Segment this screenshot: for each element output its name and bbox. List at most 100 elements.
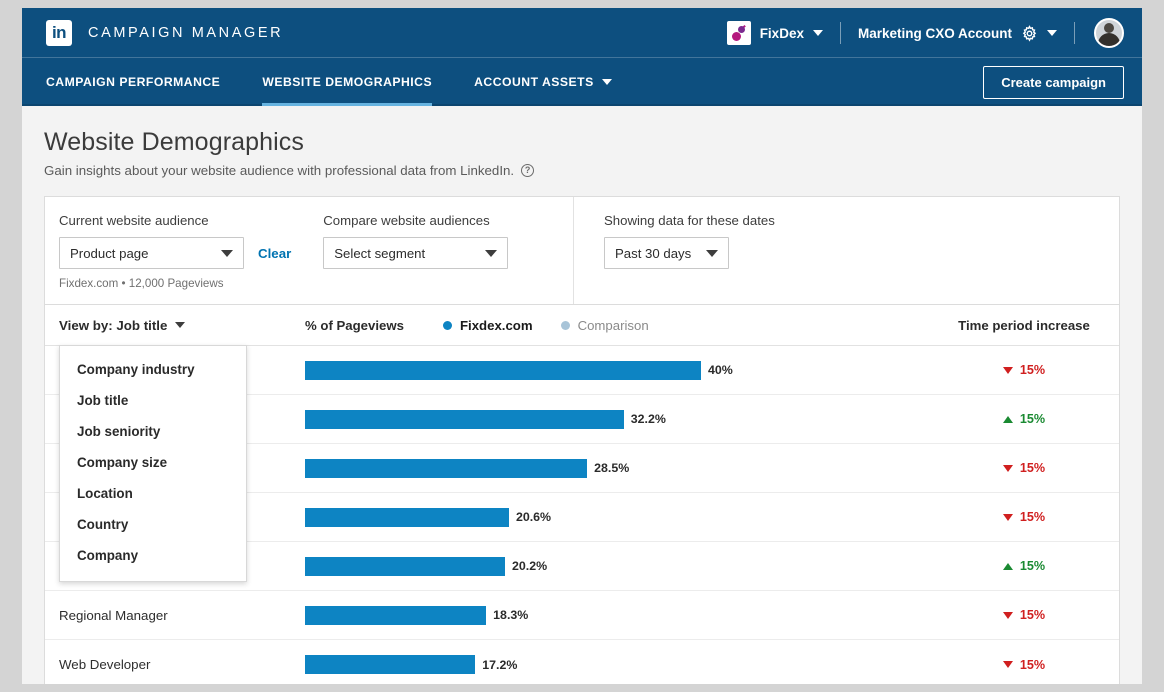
company-chevron-down-icon[interactable] xyxy=(813,30,823,36)
row-bar xyxy=(305,606,486,625)
current-audience-group: Current website audience Product page Cl… xyxy=(59,213,291,290)
linkedin-logo-icon[interactable]: in xyxy=(46,20,72,46)
create-campaign-button[interactable]: Create campaign xyxy=(983,66,1124,99)
trend-down-icon xyxy=(1003,367,1013,374)
row-bar-cell: 40% xyxy=(305,361,929,380)
row-bar xyxy=(305,655,475,674)
trend-up-icon xyxy=(1003,416,1013,423)
row-trend-indicator: 15% xyxy=(929,658,1119,672)
legend-dot-primary-icon xyxy=(443,321,452,330)
row-bar-cell: 20.6% xyxy=(305,508,929,527)
gear-icon[interactable] xyxy=(1021,25,1038,42)
row-trend-indicator: 15% xyxy=(929,461,1119,475)
legend-label-comparison: Comparison xyxy=(578,318,649,333)
account-name-label[interactable]: Marketing CXO Account xyxy=(858,26,1012,41)
top-header-right: FixDex Marketing CXO Account xyxy=(727,8,1124,58)
view-by-option-job-title[interactable]: Job title xyxy=(60,385,246,416)
row-bar-value: 28.5% xyxy=(594,461,629,475)
account-chevron-down-icon[interactable] xyxy=(1047,30,1057,36)
current-audience-controls: Product page Clear xyxy=(59,237,291,269)
page-content: Website Demographics Gain insights about… xyxy=(22,106,1142,684)
date-range-value: Past 30 days xyxy=(615,246,691,261)
trend-down-icon xyxy=(1003,612,1013,619)
row-trend-value: 15% xyxy=(1020,412,1045,426)
current-audience-value: Product page xyxy=(70,246,148,261)
view-by-dropdown-button[interactable]: View by: Job title xyxy=(59,318,305,333)
trend-down-icon xyxy=(1003,465,1013,472)
row-trend-indicator: 15% xyxy=(929,559,1119,573)
compare-audience-group: Compare website audiences Select segment xyxy=(323,213,508,290)
legend-item-fixdex[interactable]: Fixdex.com xyxy=(443,318,533,333)
tab-account-assets[interactable]: ACCOUNT ASSETS xyxy=(474,58,612,106)
row-trend-value: 15% xyxy=(1020,510,1045,524)
row-trend-value: 15% xyxy=(1020,461,1045,475)
compare-audience-chevron-down-icon xyxy=(485,250,497,257)
view-by-chevron-down-icon xyxy=(175,322,185,328)
time-period-column-header: Time period increase xyxy=(929,318,1119,333)
avatar[interactable] xyxy=(1094,18,1124,48)
tab-website-demographics[interactable]: WEBSITE DEMOGRAPHICS xyxy=(262,58,432,106)
view-by-option-job-seniority[interactable]: Job seniority xyxy=(60,416,246,447)
fixdex-brand-icon xyxy=(727,21,751,45)
view-by-dropdown-menu[interactable]: Company industry Job title Job seniority… xyxy=(59,345,247,582)
row-bar xyxy=(305,361,701,380)
row-trend-value: 15% xyxy=(1020,363,1045,377)
row-trend-value: 15% xyxy=(1020,559,1045,573)
row-category-label: Web Developer xyxy=(59,657,305,672)
row-bar-value: 20.6% xyxy=(516,510,551,524)
row-bar-value: 17.2% xyxy=(482,658,517,672)
help-icon[interactable]: ? xyxy=(521,164,534,177)
view-by-option-company-industry[interactable]: Company industry xyxy=(60,354,246,385)
trend-up-icon xyxy=(1003,563,1013,570)
audience-filters-group: Current website audience Product page Cl… xyxy=(45,197,574,304)
view-by-label: View by: Job title xyxy=(59,318,167,333)
row-bar xyxy=(305,557,505,576)
row-trend-value: 15% xyxy=(1020,658,1045,672)
tab-campaign-performance[interactable]: CAMPAIGN PERFORMANCE xyxy=(46,58,220,106)
view-by-option-country[interactable]: Country xyxy=(60,509,246,540)
current-audience-label: Current website audience xyxy=(59,213,291,228)
current-audience-select[interactable]: Product page xyxy=(59,237,244,269)
date-range-label: Showing data for these dates xyxy=(604,213,1119,228)
current-audience-note: Fixdex.com • 12,000 Pageviews xyxy=(59,277,291,290)
tab-account-assets-label: ACCOUNT ASSETS xyxy=(474,75,594,89)
view-by-option-company[interactable]: Company xyxy=(60,540,246,571)
date-range-chevron-down-icon xyxy=(706,250,718,257)
app-title: CAMPAIGN MANAGER xyxy=(88,25,283,41)
view-by-option-location[interactable]: Location xyxy=(60,478,246,509)
chart-legend: Fixdex.com Comparison xyxy=(443,318,649,333)
tab-website-demographics-label: WEBSITE DEMOGRAPHICS xyxy=(262,75,432,89)
filters-card: Current website audience Product page Cl… xyxy=(44,196,1120,305)
pageviews-column-header: % of Pageviews xyxy=(305,318,443,333)
compare-audience-value: Select segment xyxy=(334,246,425,261)
compare-audience-select[interactable]: Select segment xyxy=(323,237,508,269)
row-bar-value: 18.3% xyxy=(493,608,528,622)
company-name-label[interactable]: FixDex xyxy=(760,26,804,41)
demographics-table: View by: Job title % of Pageviews Fixdex… xyxy=(44,305,1120,684)
compare-audience-label: Compare website audiences xyxy=(323,213,508,228)
date-range-select[interactable]: Past 30 days xyxy=(604,237,729,269)
clear-audience-link[interactable]: Clear xyxy=(258,246,291,261)
legend-item-comparison[interactable]: Comparison xyxy=(561,318,649,333)
page-subtitle: Gain insights about your website audienc… xyxy=(44,163,514,178)
header-divider-2 xyxy=(1074,22,1075,44)
date-filter-group: Showing data for these dates Past 30 day… xyxy=(574,197,1119,304)
tab-campaign-performance-label: CAMPAIGN PERFORMANCE xyxy=(46,75,220,89)
row-trend-value: 15% xyxy=(1020,608,1045,622)
main-navigation-bar: CAMPAIGN PERFORMANCE WEBSITE DEMOGRAPHIC… xyxy=(22,58,1142,106)
row-trend-indicator: 15% xyxy=(929,412,1119,426)
row-bar-cell: 17.2% xyxy=(305,655,929,674)
legend-dot-comparison-icon xyxy=(561,321,570,330)
app-window: in CAMPAIGN MANAGER FixDex Marketing CXO… xyxy=(22,8,1142,684)
row-trend-indicator: 15% xyxy=(929,608,1119,622)
row-bar-cell: 20.2% xyxy=(305,557,929,576)
row-bar-cell: 32.2% xyxy=(305,410,929,429)
row-trend-indicator: 15% xyxy=(929,363,1119,377)
row-bar-value: 32.2% xyxy=(631,412,666,426)
row-bar xyxy=(305,459,587,478)
legend-label-fixdex: Fixdex.com xyxy=(460,318,533,333)
view-by-option-company-size[interactable]: Company size xyxy=(60,447,246,478)
filters-row: Current website audience Product page Cl… xyxy=(45,197,1119,304)
row-trend-indicator: 15% xyxy=(929,510,1119,524)
trend-down-icon xyxy=(1003,661,1013,668)
